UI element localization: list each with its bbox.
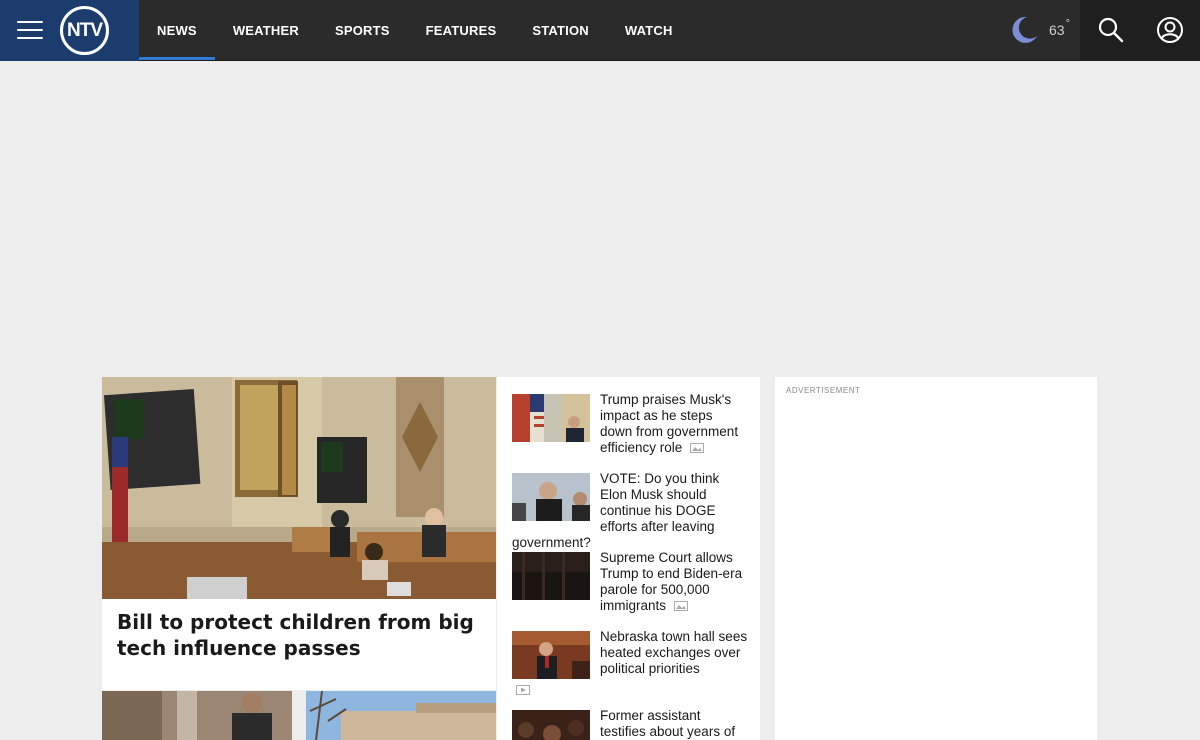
search-icon[interactable] [1097, 16, 1125, 44]
top-navigation-bar: NTV NEWS WEATHER SPORTS FEATURES STATION… [0, 0, 1200, 61]
story-headline[interactable]: Supreme Court allows Trump to end Biden-… [600, 550, 742, 613]
story-headline[interactable]: Trump praises Musk's impact as he steps … [600, 392, 738, 455]
featured-story[interactable]: Bill to protect children from big tech i… [102, 377, 496, 690]
brand-area: NTV [0, 0, 139, 61]
story-thumbnail[interactable] [512, 710, 590, 740]
current-temperature: 63 [1049, 22, 1065, 38]
main-nav: NEWS WEATHER SPORTS FEATURES STATION WAT… [139, 0, 691, 61]
list-item[interactable]: VOTE: Do you think Elon Musk should cont… [512, 471, 748, 551]
moon-icon [1012, 16, 1037, 43]
nav-item-station[interactable]: STATION [514, 0, 607, 61]
story-thumbnail[interactable] [306, 691, 496, 740]
gallery-icon [673, 601, 688, 612]
nav-item-watch[interactable]: WATCH [607, 0, 691, 61]
nav-item-sports[interactable]: SPORTS [317, 0, 408, 61]
header-tools [1080, 0, 1200, 61]
advertisement-slot[interactable]: ADVERTISEMENT [775, 377, 1097, 740]
story-thumbnail[interactable] [512, 552, 590, 600]
station-logo[interactable]: NTV [60, 6, 109, 55]
nav-item-weather[interactable]: WEATHER [215, 0, 317, 61]
account-icon[interactable] [1156, 16, 1184, 44]
menu-icon[interactable] [17, 21, 43, 39]
degree-symbol: ° [1065, 18, 1070, 30]
story-headline[interactable]: Nebraska town hall sees heated exchanges… [600, 629, 747, 676]
weather-widget[interactable]: 63 ° [1007, 13, 1070, 47]
list-item[interactable]: Supreme Court allows Trump to end Biden-… [512, 550, 748, 614]
list-item[interactable]: Trump praises Musk's impact as he steps … [512, 392, 748, 456]
story-thumbnail[interactable] [512, 394, 590, 442]
video-icon [516, 684, 530, 695]
story-thumbnail[interactable] [512, 631, 590, 679]
story-thumbnail[interactable] [512, 473, 590, 521]
advertisement-label: ADVERTISEMENT [786, 386, 861, 395]
featured-story-headline[interactable]: Bill to protect children from big tech i… [117, 609, 482, 661]
gallery-icon [690, 443, 705, 454]
top-stories-list: Trump praises Musk's impact as he steps … [497, 377, 760, 740]
list-item[interactable]: Former assistant testifies about years o… [512, 708, 748, 740]
secondary-stories-row [102, 691, 496, 740]
nav-item-news[interactable]: NEWS [139, 0, 215, 61]
story-headline[interactable]: Former assistant testifies about years o… [600, 708, 735, 739]
story-thumbnail[interactable] [102, 691, 292, 740]
list-item[interactable]: Nebraska town hall sees heated exchanges… [512, 629, 748, 699]
featured-story-image[interactable] [102, 377, 496, 599]
nav-item-features[interactable]: FEATURES [408, 0, 515, 61]
